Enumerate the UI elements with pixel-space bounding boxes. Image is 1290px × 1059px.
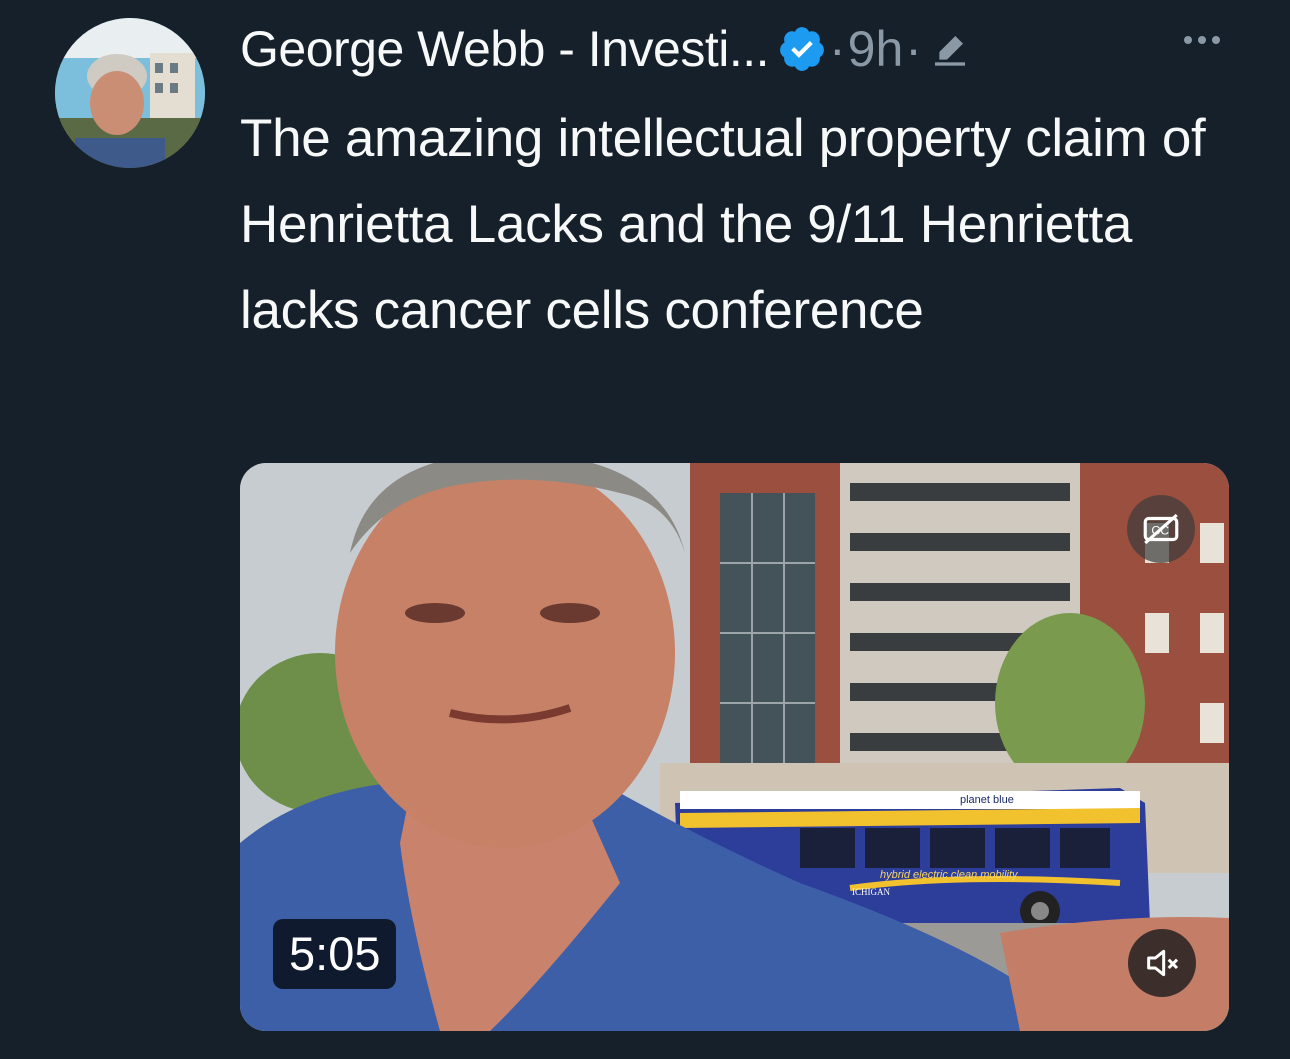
bus-side-text: hybrid electric clean mobility bbox=[880, 869, 1019, 881]
video-duration: 5:05 bbox=[273, 919, 397, 989]
verified-badge-icon[interactable] bbox=[777, 24, 827, 74]
muted-speaker-icon bbox=[1147, 949, 1179, 977]
tweet-header: George Webb - Investi... · 9h · bbox=[240, 18, 970, 80]
separator-dot: · bbox=[905, 21, 922, 77]
tweet-text: The amazing intellectual property claim … bbox=[240, 109, 1206, 340]
more-options-icon[interactable] bbox=[1178, 20, 1226, 60]
separator-dot: · bbox=[829, 21, 846, 77]
captions-off-button[interactable]: CC bbox=[1127, 495, 1195, 563]
mute-toggle-button[interactable] bbox=[1128, 929, 1196, 997]
bus-lower-text: ICHIGAN bbox=[852, 887, 890, 897]
tweet-timestamp[interactable]: 9h bbox=[848, 20, 904, 78]
edited-pencil-icon[interactable] bbox=[930, 29, 970, 69]
captions-off-icon: CC bbox=[1143, 513, 1179, 545]
author-name[interactable]: George Webb - Investi... bbox=[240, 20, 770, 78]
author-avatar[interactable] bbox=[55, 18, 205, 168]
bus-brand-text: planet blue bbox=[960, 794, 1014, 806]
video-player[interactable]: planet blue hybrid electric clean mobili… bbox=[240, 463, 1229, 1031]
